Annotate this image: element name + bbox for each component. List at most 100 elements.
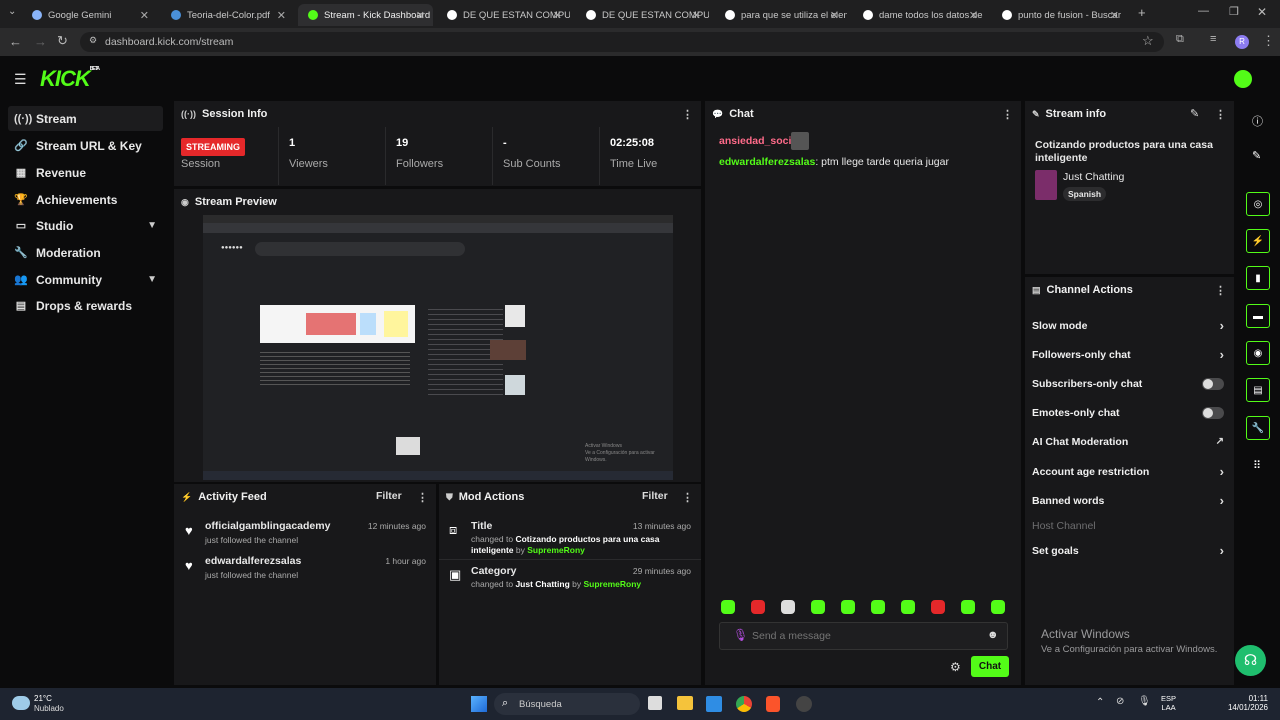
sidebar-item-stream[interactable]: ((·)) Stream <box>8 106 163 131</box>
extensions-icon[interactable]: ⧉ <box>1176 33 1184 46</box>
rail-bolt-button[interactable]: ⚡ <box>1246 229 1270 253</box>
sidebar-item-stream-url-key[interactable]: 🔗 Stream URL & Key <box>8 133 163 158</box>
support-chat-icon[interactable]: ☊ <box>1235 645 1266 676</box>
media-icon[interactable]: ≡ <box>1210 33 1216 45</box>
maximize-icon[interactable]: ❐ <box>1229 5 1239 18</box>
bookmark-star-icon[interactable]: ☆ <box>1142 33 1154 49</box>
rail-doc-button[interactable]: ▮ <box>1246 266 1270 290</box>
activity-menu-icon[interactable]: ⋮ <box>417 491 428 504</box>
user-avatar[interactable] <box>1234 70 1252 88</box>
tab-close-icon[interactable]: ✕ <box>830 9 839 22</box>
mic-tray-icon[interactable]: 🎙 <box>1138 696 1151 707</box>
new-tab-icon[interactable]: + <box>1138 5 1146 20</box>
rail-wrench-button[interactable]: 🔧 <box>1246 416 1270 440</box>
sidebar-item-revenue[interactable]: ▦ Revenue <box>8 160 163 185</box>
chat-username[interactable]: edwardalferezsalas <box>719 156 815 168</box>
emote-button[interactable] <box>961 600 975 614</box>
back-icon[interactable]: ← <box>9 34 22 49</box>
hamburger-menu-icon[interactable]: ☰ <box>14 71 27 88</box>
chat-settings-gear-icon[interactable]: ⚙ <box>950 660 961 674</box>
emote-button[interactable] <box>901 600 915 614</box>
sidebar-item-moderation[interactable]: 🔧 Moderation <box>8 240 163 265</box>
rail-broadcast-button[interactable]: ◉ <box>1246 341 1270 365</box>
language-indicator[interactable]: ESP LAA <box>1161 694 1176 712</box>
vscode-icon[interactable] <box>706 696 722 712</box>
channel-action-ai-chat-moderation[interactable]: AI Chat Moderation ↗ <box>1032 436 1224 448</box>
category-name[interactable]: Just Chatting <box>1063 171 1124 183</box>
brave-icon[interactable] <box>766 696 780 712</box>
mod-action-user[interactable]: SupremeRony <box>584 579 642 589</box>
emote-button[interactable] <box>751 600 765 614</box>
sidebar-item-studio[interactable]: ▭ Studio ▼ <box>8 213 163 238</box>
category-thumbnail[interactable] <box>1035 170 1057 200</box>
obs-icon[interactable] <box>796 696 812 712</box>
emote-button[interactable] <box>871 600 885 614</box>
weather-label[interactable]: Nublado <box>34 704 64 713</box>
mod-menu-icon[interactable]: ⋮ <box>682 491 693 504</box>
preview-video[interactable]: ●●●●●● Activar Windows Ve a Configuración… <box>203 215 673 480</box>
chat-send-button[interactable]: Chat <box>971 656 1009 677</box>
channel-action-followers-only-chat[interactable]: Followers-only chat › <box>1032 347 1224 362</box>
browser-tab[interactable]: Stream - Kick Dashboard ✕ <box>298 4 433 26</box>
forward-icon[interactable]: → <box>34 34 47 49</box>
browser-tab[interactable]: dame todos los datos de ✕ <box>853 4 986 26</box>
chat-message-input[interactable] <box>752 627 977 645</box>
rail-chat-button[interactable]: ▬ <box>1246 304 1270 328</box>
info-icon[interactable]: ⓘ <box>1252 113 1263 129</box>
profile-avatar[interactable]: R <box>1235 35 1249 49</box>
browser-tab[interactable]: DE QUE ESTAN COMPUES✕ <box>437 4 570 26</box>
reload-icon[interactable]: ↻ <box>57 33 68 49</box>
tab-close-icon[interactable]: ✕ <box>553 9 562 22</box>
emoji-icon[interactable]: ☻ <box>987 629 999 641</box>
tab-close-icon[interactable]: ✕ <box>416 9 425 22</box>
clock[interactable]: 01:11 14/01/2026 <box>1224 694 1268 712</box>
taskbar-search-box[interactable]: ⌕ Búsqueda <box>494 693 640 715</box>
sidebar-item-achievements[interactable]: 🏆 Achievements <box>8 187 163 212</box>
minimize-icon[interactable]: — <box>1198 5 1209 17</box>
activity-user[interactable]: officialgamblingacademy <box>205 520 330 532</box>
tab-close-icon[interactable]: ✕ <box>1110 9 1119 22</box>
tab-close-icon[interactable]: ✕ <box>692 9 701 22</box>
channel-action-banned-words[interactable]: Banned words › <box>1032 493 1224 508</box>
tab-close-icon[interactable]: ✕ <box>277 9 286 22</box>
mod-filter-button[interactable]: Filter <box>642 490 668 502</box>
network-icon[interactable]: ⊘ <box>1116 696 1124 707</box>
activity-filter-button[interactable]: Filter <box>376 490 402 502</box>
channel-action-slow-mode[interactable]: Slow mode › <box>1032 318 1224 333</box>
channel-action-set-goals[interactable]: Set goals › <box>1032 543 1224 558</box>
chat-menu-icon[interactable]: ⋮ <box>1002 108 1013 121</box>
chrome-icon[interactable] <box>736 696 752 712</box>
file-explorer-icon[interactable] <box>677 696 693 710</box>
channel-action-emotes-only-chat[interactable]: Emotes-only chat <box>1032 407 1224 419</box>
emote-button[interactable] <box>931 600 945 614</box>
sidebar-item-community[interactable]: 👥 Community ▼ <box>8 267 163 292</box>
site-info-icon[interactable]: ⚙ <box>89 35 97 46</box>
weather-cloud-icon[interactable] <box>12 696 30 710</box>
toggle-switch[interactable] <box>1202 378 1224 390</box>
channel-actions-menu-icon[interactable]: ⋮ <box>1215 284 1226 297</box>
tab-search-icon[interactable]: ⌄ <box>8 6 16 17</box>
browser-tab[interactable]: para que se utiliza el elem ✕ <box>715 4 847 26</box>
emote-button[interactable] <box>721 600 735 614</box>
close-window-icon[interactable]: ✕ <box>1257 5 1267 19</box>
emote-button[interactable] <box>811 600 825 614</box>
browser-tab[interactable]: Google Gemini ✕ <box>22 4 157 26</box>
emote-button[interactable] <box>841 600 855 614</box>
emote-button[interactable] <box>781 600 795 614</box>
rail-camera-button[interactable]: ◎ <box>1246 192 1270 216</box>
share-icon[interactable]: ⠿ <box>1253 459 1261 472</box>
kick-logo[interactable]: KICKBETA <box>40 66 100 92</box>
browser-menu-icon[interactable]: ⋮ <box>1262 33 1275 49</box>
channel-action-subscribers-only-chat[interactable]: Subscribers-only chat <box>1032 378 1224 390</box>
session-menu-icon[interactable]: ⋮ <box>682 108 693 121</box>
edit-pencil-icon[interactable]: ✎ <box>1190 107 1199 120</box>
start-windows-icon[interactable] <box>471 696 487 712</box>
sidebar-item-drops-rewards[interactable]: ▤ Drops & rewards <box>8 293 163 318</box>
emote-button[interactable] <box>991 600 1005 614</box>
mod-action-user[interactable]: SupremeRony <box>527 545 585 555</box>
tray-chevron-icon[interactable]: ⌃ <box>1096 697 1104 708</box>
browser-tab[interactable]: Teoria-del-Color.pdf ✕ <box>161 4 294 26</box>
url-field[interactable]: dashboard.kick.com/stream <box>80 32 1164 52</box>
tab-close-icon[interactable]: ✕ <box>140 9 149 22</box>
browser-tab[interactable]: punto de fusion - Buscar ✕ <box>992 4 1127 26</box>
